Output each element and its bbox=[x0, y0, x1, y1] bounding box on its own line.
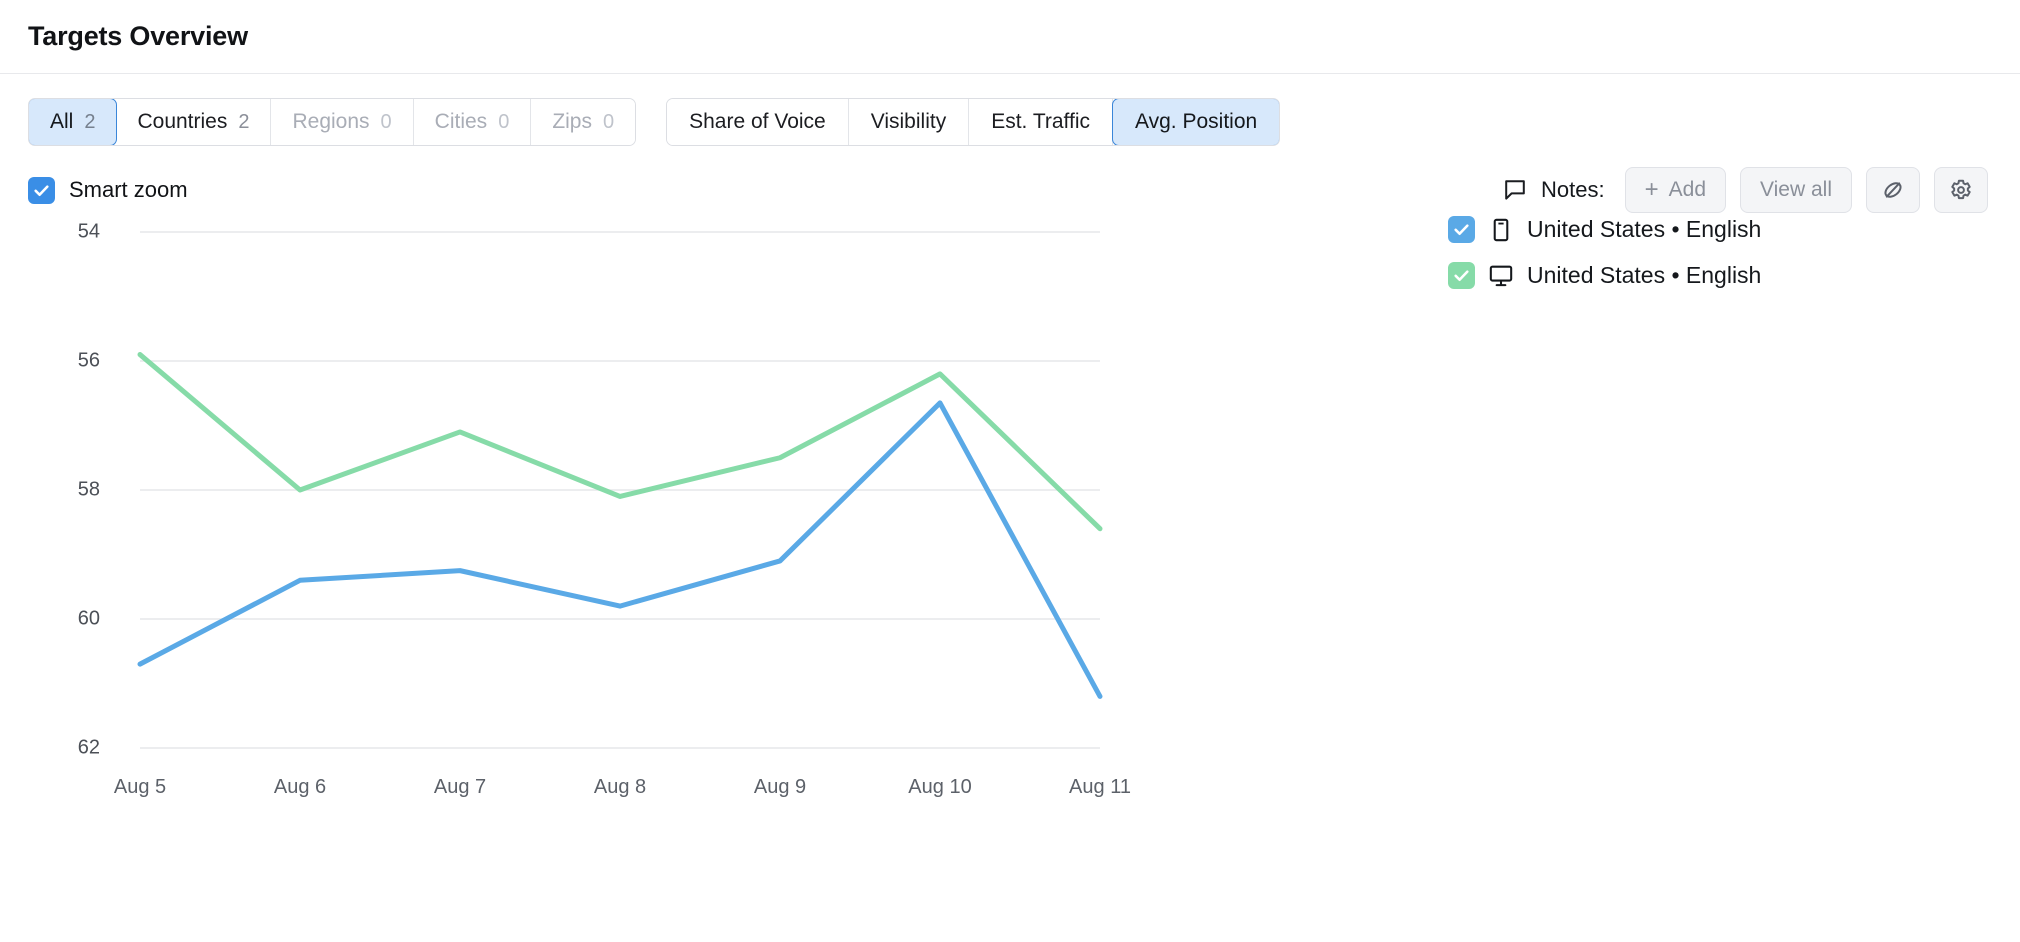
metric-tab-label: Avg. Position bbox=[1135, 110, 1258, 133]
legend-item[interactable]: United States • English bbox=[1448, 262, 1761, 289]
metric-tab-label: Est. Traffic bbox=[991, 110, 1090, 133]
legend-label: United States • English bbox=[1527, 216, 1762, 242]
smart-zoom-label: Smart zoom bbox=[69, 177, 188, 202]
scope-tab-count: 0 bbox=[603, 110, 615, 133]
scope-tab-zips[interactable]: Zips 0 bbox=[531, 99, 636, 145]
scope-tab-count: 2 bbox=[238, 110, 250, 133]
x-axis-labels: Aug 5 Aug 6 Aug 7 Aug 8 Aug 9 Aug 10 Aug 11 bbox=[0, 204, 1420, 904]
desktop-device-icon bbox=[1489, 265, 1513, 286]
scope-tab-all[interactable]: All 2 bbox=[29, 99, 118, 145]
chart-area: 54 56 58 60 62 Aug 5 Aug 6 Aug 7 Aug 8 Aug 9 Aug … bbox=[0, 204, 2020, 904]
scope-tab-label: All bbox=[50, 110, 74, 133]
x-axis-tick: Aug 8 bbox=[593, 776, 647, 798]
x-axis-tick: Aug 6 bbox=[273, 776, 327, 798]
scope-tab-cities[interactable]: Cities 0 bbox=[413, 99, 532, 145]
note-bubble-icon bbox=[1505, 180, 1525, 200]
add-note-label: Add bbox=[1668, 178, 1707, 201]
check-icon bbox=[34, 184, 49, 196]
x-axis-tick: Aug 11 bbox=[1069, 776, 1131, 798]
scope-tab-count: 0 bbox=[498, 110, 510, 133]
page-title: Targets Overview bbox=[28, 21, 248, 51]
x-axis-tick: Aug 7 bbox=[433, 776, 487, 798]
smart-zoom-row: Smart zoom Notes: + Add View all bbox=[0, 146, 2020, 213]
legend-checkbox[interactable] bbox=[1448, 216, 1475, 243]
page-header: Targets Overview bbox=[0, 0, 2020, 74]
metric-tab-visibility[interactable]: Visibility bbox=[848, 99, 970, 145]
legend-label: United States • English bbox=[1527, 262, 1762, 288]
legend-item[interactable]: United States • English bbox=[1448, 216, 1761, 243]
check-icon bbox=[1454, 270, 1469, 282]
plus-icon: + bbox=[1644, 176, 1659, 203]
metric-tab-est-traffic[interactable]: Est. Traffic bbox=[969, 99, 1113, 145]
scope-tab-label: Regions bbox=[292, 110, 370, 133]
controls-row: All 2 Countries 2 Regions 0 Cities 0 Zips 0 Share… bbox=[0, 74, 2020, 146]
scope-tab-count: 0 bbox=[380, 110, 392, 133]
x-axis-tick: Aug 10 bbox=[908, 776, 972, 798]
metric-tab-label: Share of Voice bbox=[689, 110, 826, 133]
chart-legend: United States • English United States • E… bbox=[1448, 216, 1761, 289]
metric-tab-group: Share of Voice Visibility Est. Traffic Avg.… bbox=[666, 98, 1281, 146]
metric-tab-label: Visibility bbox=[870, 110, 947, 133]
notes-label: Notes: bbox=[1541, 177, 1605, 202]
eye-slash-icon bbox=[1884, 182, 1902, 198]
x-axis-tick: Aug 9 bbox=[753, 776, 807, 798]
scope-tab-group: All 2 Countries 2 Regions 0 Cities 0 Zips 0 bbox=[28, 98, 637, 146]
legend-checkbox[interactable] bbox=[1448, 262, 1475, 289]
metric-tab-avg-position[interactable]: Avg. Position bbox=[1112, 99, 1280, 145]
check-icon bbox=[1454, 224, 1469, 236]
smart-zoom-checkbox[interactable] bbox=[28, 176, 55, 204]
x-axis-tick: Aug 5 bbox=[113, 776, 167, 798]
gear-icon bbox=[1951, 179, 1971, 200]
view-all-label: View all bbox=[1760, 178, 1832, 201]
scope-tab-countries[interactable]: Countries 2 bbox=[116, 99, 272, 145]
scope-tab-label: Zips bbox=[552, 110, 592, 133]
scope-tab-label: Cities bbox=[434, 110, 488, 133]
scope-tab-label: Countries bbox=[137, 110, 228, 133]
scope-tab-count: 2 bbox=[84, 110, 96, 133]
scope-tab-regions[interactable]: Regions 0 bbox=[271, 99, 414, 145]
metric-tab-share-of-voice[interactable]: Share of Voice bbox=[667, 99, 849, 145]
mobile-device-icon bbox=[1493, 218, 1509, 241]
